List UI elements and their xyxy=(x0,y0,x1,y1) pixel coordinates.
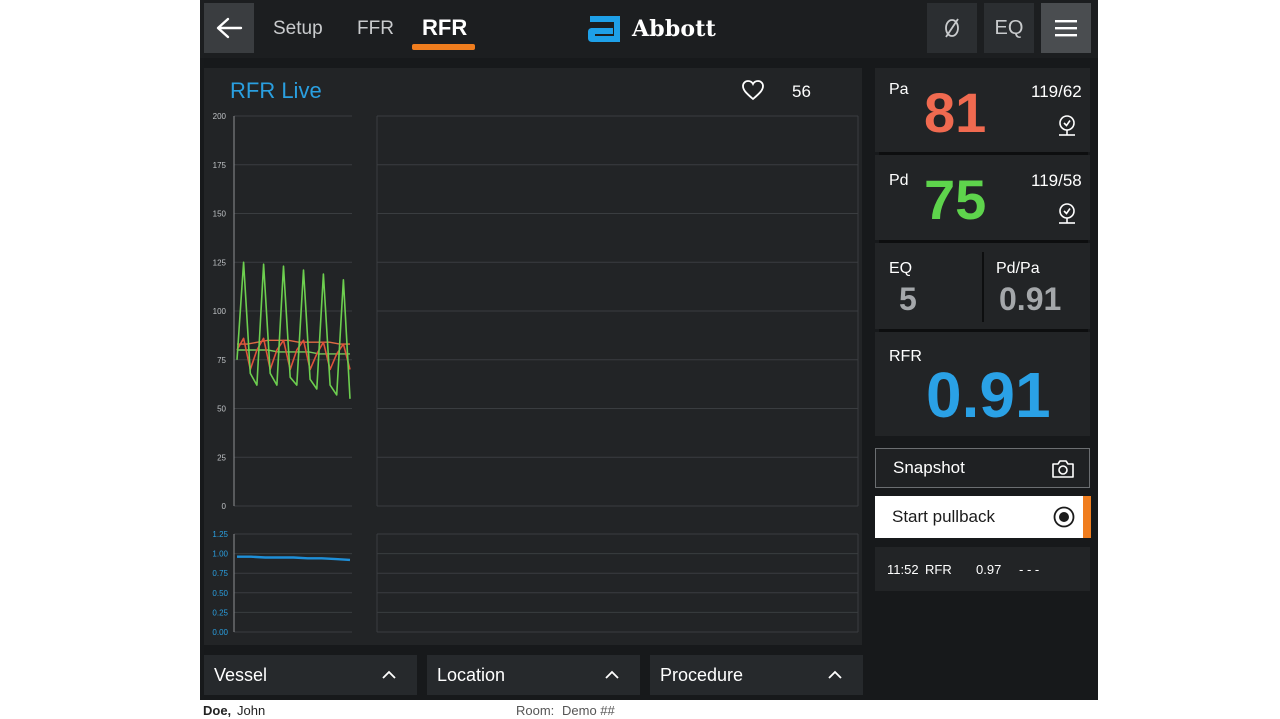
pa-readout: Pa 81 119/62 xyxy=(875,68,1090,152)
abbott-logo-icon xyxy=(588,16,620,42)
y-tick-label: 175 xyxy=(213,161,227,170)
tab-setup[interactable]: Setup xyxy=(273,14,323,44)
top-bar: Setup FFR RFR Abbott EQ xyxy=(200,0,1098,58)
pressure-series-line xyxy=(237,349,350,355)
chevron-up-icon xyxy=(828,670,842,679)
brand-logo: Abbott xyxy=(586,13,716,45)
y-tick-label: 125 xyxy=(213,258,227,267)
pd-value: 75 xyxy=(924,168,987,231)
y-tick-label: 0.50 xyxy=(212,589,228,598)
location-label: Location xyxy=(437,664,506,685)
procedure-dropdown[interactable]: Procedure xyxy=(650,655,863,695)
history-type: RFR xyxy=(925,562,952,577)
rfr-label: RFR xyxy=(889,348,922,365)
tab-rfr[interactable]: RFR xyxy=(422,13,467,43)
room-value: Demo ## xyxy=(562,703,615,718)
history-entry[interactable]: 11:52 RFR 0.97 - - - xyxy=(875,547,1090,591)
pd-label: Pd xyxy=(889,172,909,189)
chevron-up-icon xyxy=(382,670,396,679)
eq-value: 5 xyxy=(899,281,917,317)
tab-ffr[interactable]: FFR xyxy=(357,14,394,44)
heart-rate-value: 56 xyxy=(792,82,811,101)
pd-systolic-diastolic: 119/58 xyxy=(1031,171,1082,190)
ratio-series-line xyxy=(237,555,351,562)
y-tick-label: 0.25 xyxy=(212,608,228,617)
hamburger-menu-icon xyxy=(1055,20,1077,37)
heart-icon xyxy=(742,80,764,101)
arrow-left-icon xyxy=(216,17,243,39)
pullback-accent-bar xyxy=(1083,496,1091,538)
start-pullback-label: Start pullback xyxy=(892,507,995,526)
vessel-dropdown[interactable]: Vessel xyxy=(204,655,417,695)
snapshot-button[interactable]: Snapshot xyxy=(875,448,1090,488)
eq-pdpa-readout: EQ 5 Pd/Pa 0.91 xyxy=(875,243,1090,329)
zero-slash-icon xyxy=(945,18,959,38)
procedure-label: Procedure xyxy=(660,664,744,685)
status-bar: Doe, John Room: Demo ## xyxy=(200,700,1098,719)
active-tab-indicator xyxy=(412,44,475,50)
y-tick-label: 150 xyxy=(213,210,227,219)
y-tick-label: 1.00 xyxy=(212,550,228,559)
y-tick-label: 0.75 xyxy=(212,569,228,578)
location-dropdown[interactable]: Location xyxy=(427,655,640,695)
history-value: 0.97 xyxy=(976,562,1002,577)
history-time: 11:52 xyxy=(887,562,919,577)
pd-readout: Pd 75 119/58 xyxy=(875,155,1090,240)
history-extra: - - - xyxy=(1019,562,1040,577)
pa-location-pin-icon xyxy=(1059,115,1075,136)
start-pullback-button[interactable]: Start pullback xyxy=(875,496,1091,538)
y-tick-label: 0.00 xyxy=(212,628,228,637)
chart-title: RFR Live xyxy=(230,78,322,103)
rfr-live-chart-panel: 200 175 150 125 100 75 50 25 0 1.25 1.00 0.75 0.50 0.… xyxy=(204,68,862,645)
app-window: Setup FFR RFR Abbott EQ 200 175 150 125 … xyxy=(200,0,1098,719)
pa-systolic-diastolic: 119/62 xyxy=(1031,82,1082,101)
pd-location-pin-icon xyxy=(1059,203,1075,224)
chevron-up-icon xyxy=(605,670,619,679)
zero-button[interactable] xyxy=(927,3,977,53)
pa-value: 81 xyxy=(924,81,987,144)
rfr-value: 0.91 xyxy=(926,359,1051,431)
rfr-readout: RFR 0.91 xyxy=(875,332,1090,436)
y-tick-label: 0 xyxy=(222,502,227,511)
brand-name: Abbott xyxy=(632,16,717,42)
pa-label: Pa xyxy=(889,81,909,98)
pressure-chart: 200 175 150 125 100 75 50 25 0 1.25 1.00 0.75 0.50 0.… xyxy=(212,112,859,637)
camera-icon xyxy=(1052,460,1074,478)
y-tick-label: 50 xyxy=(217,405,226,414)
vessel-label: Vessel xyxy=(214,664,268,685)
y-tick-label: 1.25 xyxy=(212,530,228,539)
record-icon xyxy=(1053,506,1075,528)
pressure-series-line xyxy=(237,339,350,345)
snapshot-label: Snapshot xyxy=(893,458,965,477)
pdpa-label: Pd/Pa xyxy=(996,260,1040,277)
eq-button[interactable]: EQ xyxy=(984,3,1034,53)
vertical-divider xyxy=(982,252,984,322)
y-tick-label: 25 xyxy=(217,453,226,462)
menu-button[interactable] xyxy=(1041,3,1091,53)
y-tick-label: 100 xyxy=(213,307,227,316)
back-button[interactable] xyxy=(204,3,254,53)
patient-last-name: Doe, xyxy=(203,703,232,718)
y-tick-label: 75 xyxy=(217,356,226,365)
room-label: Room: xyxy=(516,703,555,718)
pdpa-value: 0.91 xyxy=(999,281,1062,317)
eq-label: EQ xyxy=(889,260,913,277)
y-tick-label: 200 xyxy=(213,112,227,121)
patient-first-name: John xyxy=(237,703,266,718)
pressure-series-line xyxy=(236,261,351,399)
